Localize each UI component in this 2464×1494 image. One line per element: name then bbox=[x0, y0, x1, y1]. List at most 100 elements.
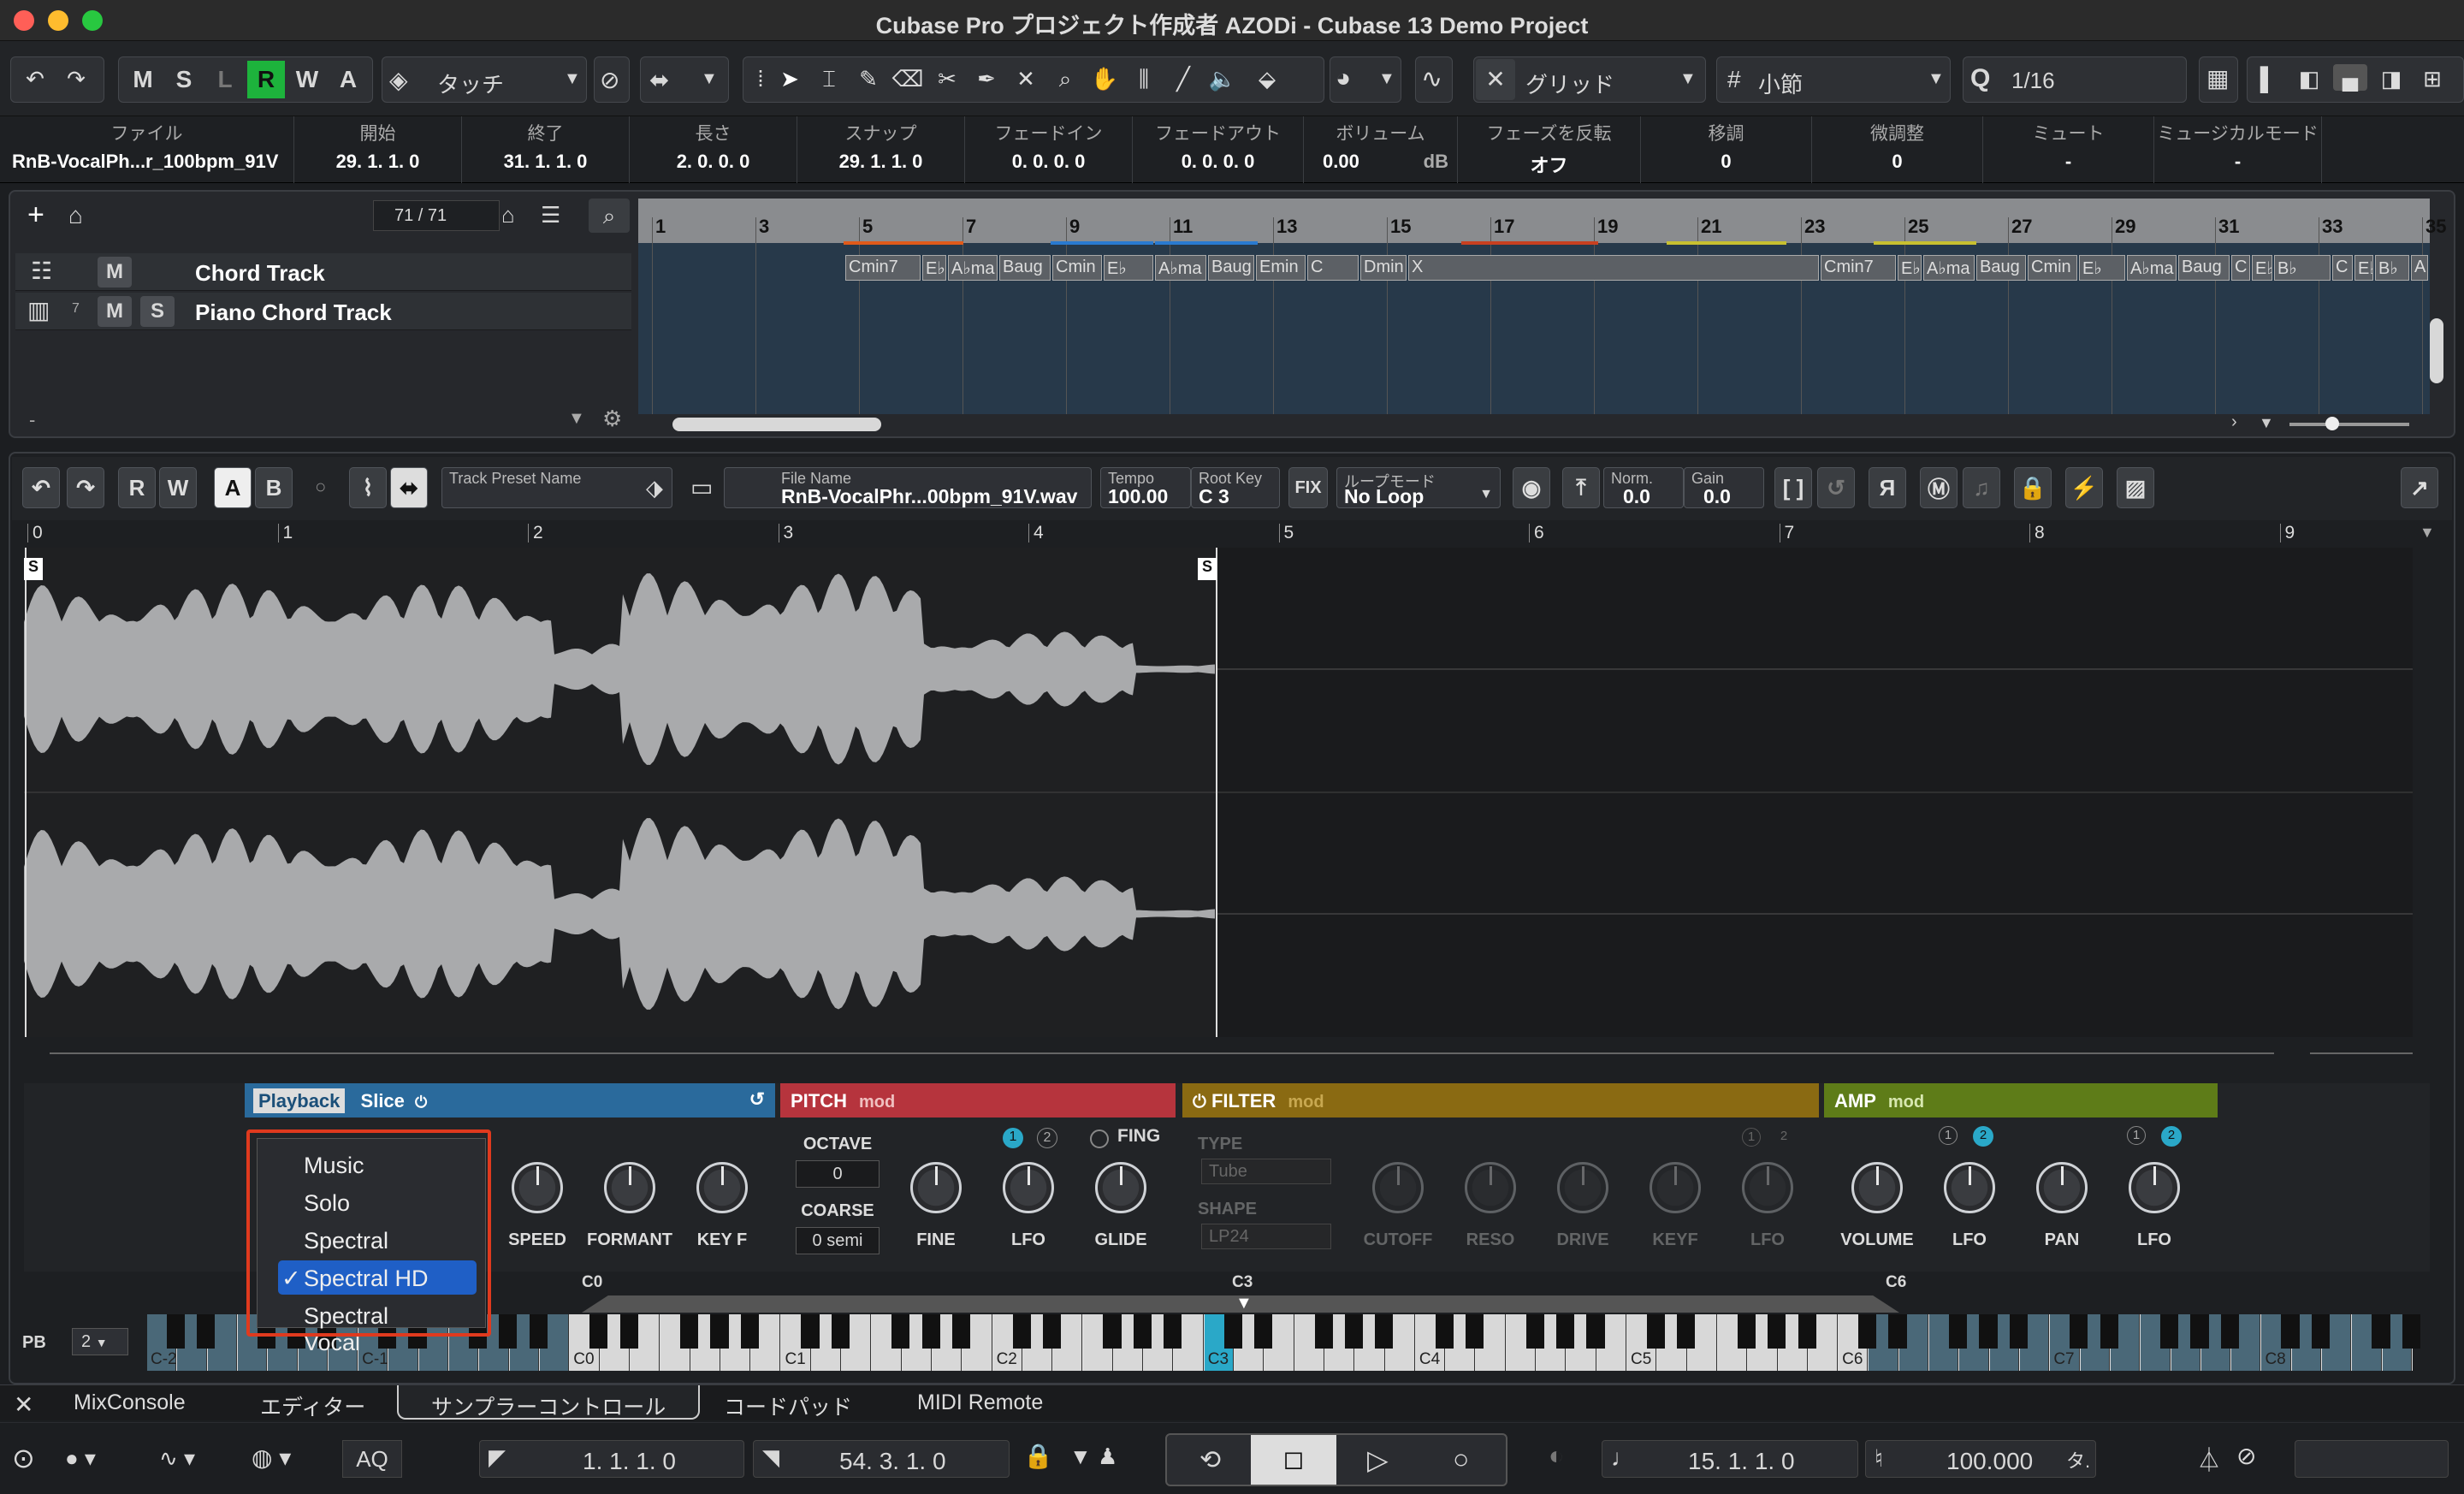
chord-event[interactable]: C bbox=[2332, 255, 2353, 281]
mute-mode-button[interactable]: M bbox=[124, 61, 162, 98]
editor-b-button[interactable]: B bbox=[255, 467, 293, 508]
amp-lfo2-button[interactable]: 2 bbox=[1973, 1126, 1993, 1147]
chord-event[interactable]: Dmin bbox=[1360, 255, 1407, 281]
record-dot-icon[interactable]: ○ bbox=[315, 476, 326, 498]
piano-black-key[interactable] bbox=[1253, 1314, 1273, 1349]
read-automation-button[interactable]: R bbox=[247, 61, 285, 98]
editor-a-button[interactable]: A bbox=[214, 467, 252, 508]
amp-mod-tab[interactable]: mod bbox=[1888, 1093, 1924, 1112]
chord-event[interactable]: Baug bbox=[1976, 255, 2026, 281]
split-tool-icon[interactable]: ✂ bbox=[930, 66, 964, 92]
piano-black-key[interactable] bbox=[1435, 1314, 1454, 1349]
metronome-icon[interactable]: ⏃ bbox=[2197, 1442, 2221, 1476]
sample-start-marker[interactable]: S bbox=[24, 558, 43, 580]
chord-event[interactable]: E♭ bbox=[2079, 255, 2125, 281]
listen-mode-button[interactable]: L bbox=[206, 61, 244, 98]
piano-black-key[interactable] bbox=[1768, 1314, 1786, 1349]
speed-knob[interactable] bbox=[512, 1162, 563, 1213]
tempo-field-transport[interactable]: ♮ 100.000 タ. bbox=[1865, 1440, 2096, 1478]
pan-lfo-knob[interactable] bbox=[2129, 1162, 2180, 1213]
key-follow-knob[interactable] bbox=[696, 1162, 748, 1213]
right-locator-field[interactable]: ◥ 54. 3. 1. 0 bbox=[753, 1440, 1010, 1478]
track-visibility-icon[interactable]: ⌂ bbox=[501, 202, 515, 228]
snap-toggle-icon[interactable]: ⬌ bbox=[390, 467, 428, 508]
chord-event[interactable]: Emin bbox=[1256, 255, 1306, 281]
info-mute[interactable]: ミュート - bbox=[1983, 116, 2154, 183]
zoom-slider-handle[interactable] bbox=[2325, 417, 2339, 430]
track-row-chord[interactable]: ☷ M Chord Track bbox=[15, 253, 631, 291]
draw-tool-icon[interactable]: ✎ bbox=[851, 66, 886, 92]
lock-icon[interactable]: 🔒 bbox=[1023, 1442, 1053, 1470]
resonance-knob[interactable] bbox=[1465, 1162, 1516, 1213]
piano-black-key[interactable] bbox=[2311, 1314, 2330, 1349]
amp-lfo-knob[interactable] bbox=[1944, 1162, 1995, 1213]
open-external-icon[interactable]: ↗ bbox=[2401, 467, 2438, 508]
piano-black-key[interactable] bbox=[2220, 1314, 2239, 1349]
inspector-icon[interactable]: ◧ bbox=[2292, 66, 2326, 92]
piano-black-key[interactable] bbox=[1103, 1314, 1122, 1349]
position-field[interactable]: ♩ 15. 1. 1. 0 bbox=[1602, 1440, 1858, 1478]
editor-redo-icon[interactable]: ↷ bbox=[67, 467, 104, 508]
pitch-lfo1-button[interactable]: 1 bbox=[1003, 1128, 1023, 1148]
track-mute-button[interactable]: M bbox=[98, 257, 132, 288]
legato-icon[interactable]: ♫ bbox=[1963, 467, 2000, 508]
tab-sampler-control[interactable]: サンプラーコントロール bbox=[397, 1385, 701, 1420]
piano-black-key[interactable] bbox=[2281, 1314, 2300, 1349]
click-mode-icon[interactable]: ⊘ bbox=[2236, 1442, 2256, 1470]
piano-black-key[interactable] bbox=[680, 1314, 699, 1349]
gain-field[interactable]: Gain 0.0 bbox=[1684, 467, 1764, 508]
piano-black-key[interactable] bbox=[2372, 1314, 2390, 1349]
reverse-icon[interactable]: Я bbox=[1869, 467, 1906, 508]
filter-type-select[interactable]: Tube bbox=[1201, 1159, 1331, 1184]
tab-chord-pads[interactable]: コードパッド bbox=[724, 1390, 852, 1421]
grid-unit-select[interactable]: # 小節 ▼ bbox=[1716, 56, 1951, 103]
piano-black-key[interactable] bbox=[1223, 1314, 1242, 1349]
play-tool-icon[interactable]: 🔈 bbox=[1205, 66, 1240, 92]
auto-scroll-button[interactable]: ∿ bbox=[1415, 56, 1453, 103]
tab-editor[interactable]: エディター bbox=[260, 1390, 365, 1421]
piano-black-key[interactable] bbox=[951, 1314, 971, 1349]
pitch-lfo2-button[interactable]: 2 bbox=[1037, 1128, 1057, 1148]
cycle-icon[interactable]: ⟲ bbox=[1199, 1445, 1221, 1475]
chord-event[interactable]: Baug bbox=[999, 255, 1051, 281]
color-select[interactable]: ◕ ▼ bbox=[1330, 56, 1401, 103]
glide-knob[interactable] bbox=[1095, 1162, 1146, 1213]
chord-event[interactable]: Baug bbox=[2178, 255, 2230, 281]
piano-black-key[interactable] bbox=[2009, 1314, 2028, 1349]
piano-black-key[interactable] bbox=[801, 1314, 820, 1349]
tab-midi-remote[interactable]: MIDI Remote bbox=[917, 1390, 1043, 1415]
piano-black-key[interactable] bbox=[2070, 1314, 2088, 1349]
piano-black-key[interactable] bbox=[740, 1314, 759, 1349]
track-list-menu-icon[interactable]: ☰ bbox=[541, 202, 560, 228]
chord-event[interactable]: Baug bbox=[1208, 255, 1254, 281]
stop-icon[interactable]: ◻ bbox=[1251, 1435, 1336, 1485]
editor-read-button[interactable]: R bbox=[118, 467, 156, 508]
piano-black-key[interactable] bbox=[1012, 1314, 1031, 1349]
piano-black-key[interactable] bbox=[166, 1314, 186, 1349]
track-preset-field[interactable]: Track Preset Name ⬗ bbox=[441, 467, 672, 508]
power-icon[interactable]: ⏻ bbox=[415, 1094, 427, 1111]
chord-event[interactable]: Cmin7 bbox=[845, 255, 921, 281]
pan-lfo2-button[interactable]: 2 bbox=[2161, 1126, 2182, 1147]
vertical-scrollbar[interactable] bbox=[2430, 318, 2443, 383]
chord-event[interactable]: A bbox=[2411, 255, 2428, 281]
piano-black-key[interactable] bbox=[921, 1314, 940, 1349]
chevron-down-icon[interactable]: ▼ bbox=[2259, 414, 2274, 432]
octave-field[interactable]: 0 bbox=[796, 1160, 880, 1188]
info-fade-in[interactable]: フェードイン 0. 0. 0. 0 bbox=[965, 116, 1133, 183]
piano-black-key[interactable] bbox=[1314, 1314, 1333, 1349]
lightning-icon[interactable]: ⚡ bbox=[2065, 467, 2103, 508]
norm-field[interactable]: Norm. 0.0 bbox=[1603, 467, 1684, 508]
automation-mode-select[interactable]: ◈ タッチ ▼ bbox=[382, 56, 587, 103]
editor-link-group[interactable]: ⬌ ▼ bbox=[640, 56, 729, 103]
piano-black-key[interactable] bbox=[1737, 1314, 1756, 1349]
filter-shape-select[interactable]: LP24 bbox=[1201, 1224, 1331, 1249]
chord-event[interactable]: A♭ma bbox=[948, 255, 998, 281]
lock-icon[interactable]: 🔒 bbox=[2014, 467, 2052, 508]
undo-icon[interactable]: ↶ bbox=[18, 66, 52, 92]
chord-event[interactable]: Cmin bbox=[1052, 255, 1102, 281]
line-tool-icon[interactable]: ╱ bbox=[1166, 66, 1200, 92]
info-fade-out[interactable]: フェードアウト 0. 0. 0. 0 bbox=[1133, 116, 1304, 183]
lower-zone-icon[interactable]: ▄ bbox=[2333, 64, 2367, 91]
range-icon[interactable]: [ ] bbox=[1774, 467, 1812, 508]
